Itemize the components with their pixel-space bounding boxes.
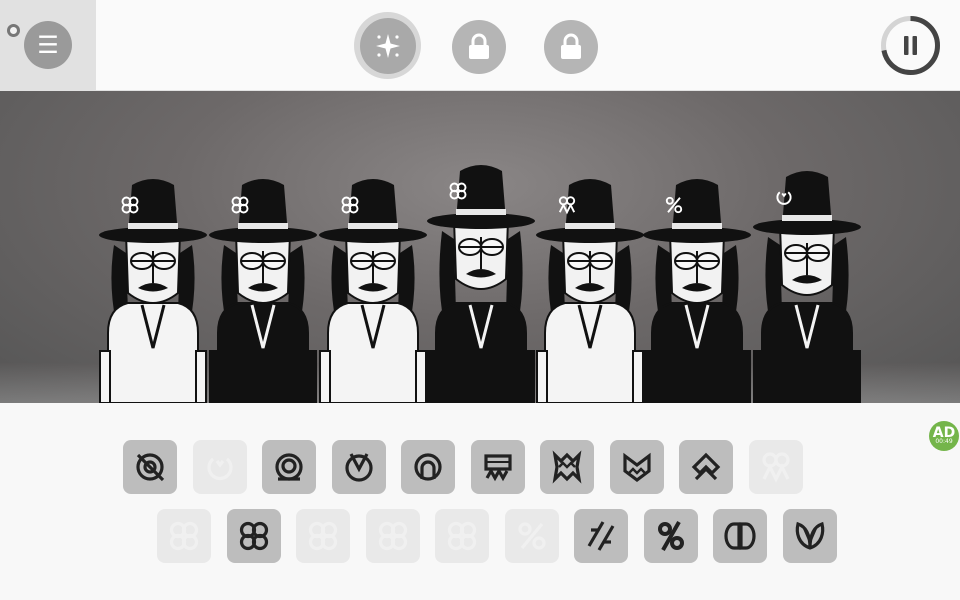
sound-slot-diamond-loop[interactable] [679, 440, 733, 494]
hamburger-icon: ☰ [37, 31, 59, 59]
menu-area: ☰ [0, 0, 96, 90]
clover-icon [231, 196, 249, 214]
ad-badge[interactable]: AD 00:49 [929, 421, 959, 451]
sound-slot-ring-arch[interactable] [401, 440, 455, 494]
sound-slot-clover[interactable] [365, 509, 420, 563]
ring-double-icon [275, 453, 303, 481]
clover-icon [308, 521, 338, 551]
performer-3-hat-emblem [338, 193, 362, 217]
ring-arch-icon [414, 453, 442, 481]
sound-slot-clover[interactable] [296, 509, 350, 563]
performer-2[interactable] [208, 133, 318, 403]
ring-v-icon [344, 453, 373, 482]
locked-mode-button-1[interactable] [452, 20, 506, 74]
percent-hatched-icon [587, 521, 615, 551]
performer-5-hat-emblem [555, 193, 579, 217]
performer-2-hat-emblem [228, 193, 252, 217]
sound-slot-star-zigzag[interactable] [540, 440, 594, 494]
performer-1[interactable] [98, 133, 208, 403]
percent-icon [517, 522, 546, 550]
sound-slot-heart-zigzag[interactable] [609, 440, 664, 494]
small-circle-icon [7, 24, 20, 37]
performer-6[interactable] [642, 133, 752, 403]
sound-slot-clover[interactable] [157, 509, 211, 563]
bonus-mode-button[interactable] [354, 12, 421, 79]
top-bar: ☰ [0, 0, 960, 91]
clover-icon [239, 521, 268, 551]
menu-button[interactable]: ☰ [24, 21, 72, 69]
sound-slot-ring-v[interactable] [331, 440, 386, 494]
sound-slot-leaf-v[interactable] [782, 509, 837, 563]
sparkle-icon [375, 33, 400, 58]
sound-slot-board-zigzag[interactable] [470, 440, 525, 494]
performer-7-hat-emblem [772, 185, 796, 209]
performer-3[interactable] [318, 133, 428, 403]
clover-icon [447, 521, 477, 551]
performer-5[interactable] [535, 133, 645, 403]
power-icon [776, 191, 792, 205]
performer-1-hat-emblem [118, 193, 142, 217]
sound-slot-percent[interactable] [504, 509, 559, 563]
chevron-loops-icon [761, 452, 790, 483]
beat-slash-icon [136, 453, 165, 482]
lock-icon [469, 33, 489, 59]
diamond-loop-icon [691, 452, 721, 481]
heart-zigzag-icon [622, 452, 651, 482]
performer-6-hat-emblem [662, 193, 686, 217]
percent-icon [665, 196, 683, 214]
sound-slot-clover[interactable] [435, 509, 489, 563]
sound-slot-clover[interactable] [226, 509, 281, 563]
sound-slot-percent-bold[interactable] [643, 509, 698, 563]
sound-slot-percent-hatched[interactable] [574, 509, 628, 563]
clover-icon [378, 521, 407, 551]
clover-icon [341, 196, 359, 214]
board-zigzag-icon [483, 454, 512, 482]
sound-slot-double-d[interactable] [713, 509, 767, 563]
pause-button[interactable] [880, 15, 941, 76]
clover-icon [169, 521, 199, 551]
clover-icon [121, 196, 139, 214]
sound-palette [0, 403, 960, 600]
chevron-loops-icon [558, 196, 576, 215]
power-icon [206, 457, 233, 481]
double-d-icon [724, 522, 756, 550]
clover-icon [449, 182, 467, 200]
sound-slot-power[interactable] [192, 440, 247, 494]
lock-icon [561, 33, 581, 59]
sound-slot-ring-double[interactable] [262, 440, 316, 494]
pause-icon [904, 36, 917, 55]
percent-bold-icon [657, 521, 684, 551]
performer-4-hat-emblem [446, 179, 470, 203]
locked-mode-button-2[interactable] [544, 20, 598, 74]
star-zigzag-icon [552, 450, 582, 484]
stage [0, 91, 960, 403]
sound-slot-beat-slash[interactable] [123, 440, 177, 494]
performer-4[interactable] [426, 133, 536, 403]
sound-slot-chevron-loops[interactable] [748, 440, 803, 494]
performer-7[interactable] [752, 133, 862, 403]
leaf-v-icon [795, 521, 824, 550]
ad-timer: 00:49 [935, 438, 953, 445]
